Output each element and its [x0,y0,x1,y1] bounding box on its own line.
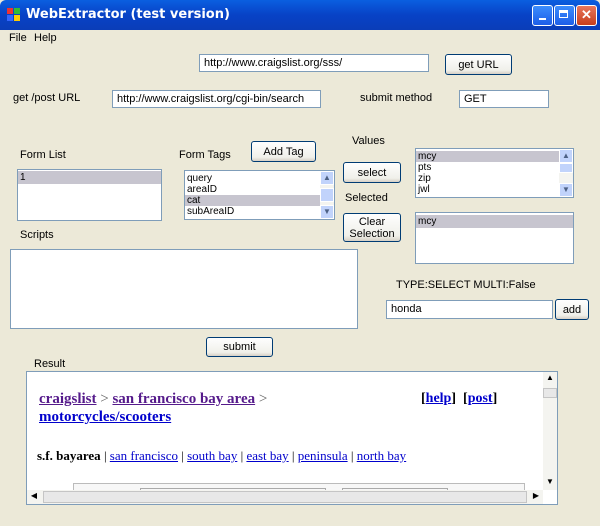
scroll-down-icon[interactable]: ▼ [320,205,334,219]
clear-selection-button[interactable]: Clear Selection [343,213,401,242]
maximize-icon [559,10,568,18]
scroll-thumb[interactable] [43,491,527,503]
result-category: motorcycles/scooters [39,409,171,426]
area-label: s.f. bayarea [37,448,101,463]
scroll-right-icon[interactable]: ▶ [529,490,543,504]
selected-list[interactable]: mcy [415,212,574,264]
scroll-up-icon[interactable]: ▲ [559,149,573,163]
value-item[interactable]: jwl [416,184,573,195]
menu-file[interactable]: File [9,32,27,44]
subarea-link[interactable]: peninsula [298,448,348,463]
post-link[interactable]: post [468,391,493,406]
form-tag-item[interactable]: subAreaID [185,206,334,217]
add-value-input[interactable]: honda [386,300,553,319]
result-label: Result [34,358,66,370]
selected-item[interactable]: mcy [416,215,573,228]
minimize-icon [539,18,546,20]
window-title: WebExtractor (test version) [26,7,230,22]
form-tag-item[interactable]: query [185,173,334,184]
add-tag-button[interactable]: Add Tag [251,141,316,162]
bay-area-link[interactable]: san francisco bay area [112,391,255,407]
result-browser[interactable]: craigslist > san francisco bay area > mo… [26,371,558,505]
get-url-button[interactable]: get URL [445,54,512,75]
menu-help[interactable]: Help [34,32,57,44]
clear-selection-line1: Clear [358,215,386,228]
app-window: WebExtractor (test version) ✕ File Help … [0,0,600,526]
post-url-input[interactable]: http://www.craigslist.org/cgi-bin/search [112,90,321,108]
value-item[interactable]: zip [416,173,573,184]
values-label: Values [352,135,385,147]
values-list[interactable]: mcy pts zip jwl ▲ ▼ [415,148,574,198]
submit-method-label: submit method [360,92,433,104]
form-tag-item[interactable]: areaID [185,184,334,195]
result-vertical-scrollbar[interactable]: ▲ ▼ [543,372,557,490]
form-tags-list[interactable]: query areaID cat subAreaID ▲ ▼ [184,170,335,220]
form-tags-label: Form Tags [179,149,231,161]
breadcrumb-separator: > [255,391,268,407]
scroll-down-icon[interactable]: ▼ [559,183,573,197]
form-list-item[interactable]: 1 [18,171,161,184]
form-list-label: Form List [20,149,66,161]
close-icon: ✕ [581,7,592,22]
craigslist-link[interactable]: craigslist [39,391,97,407]
result-horizontal-scrollbar[interactable]: ◀ ▶ [27,490,543,504]
submit-method-input[interactable]: GET [459,90,549,108]
submit-button[interactable]: submit [206,337,273,357]
scroll-thumb[interactable] [543,388,557,398]
help-link[interactable]: help [426,391,452,406]
scripts-label: Scripts [20,229,54,241]
subarea-link[interactable]: east bay [246,448,288,463]
value-item[interactable]: mcy [416,151,573,162]
minimize-button[interactable] [532,5,553,26]
select-button[interactable]: select [343,162,401,183]
result-help-post: [help] [post] [421,391,498,406]
menu-bar: File Help [0,30,600,46]
form-tag-item[interactable]: cat [185,195,334,206]
form-tags-scrollbar[interactable]: ▲ ▼ [320,171,334,219]
form-list[interactable]: 1 [17,169,162,221]
subarea-link[interactable]: south bay [187,448,237,463]
scroll-up-icon[interactable]: ▲ [320,171,334,185]
app-icon [7,8,20,21]
maximize-button[interactable] [554,5,575,26]
breadcrumb-separator: > [96,391,113,407]
scroll-up-icon[interactable]: ▲ [543,372,557,386]
scroll-thumb[interactable] [559,163,573,173]
title-bar[interactable]: WebExtractor (test version) ✕ [0,0,600,30]
motorcycles-link[interactable]: motorcycles/scooters [39,409,171,425]
get-post-url-label: get /post URL [13,92,81,104]
subarea-link[interactable]: san francisco [110,448,178,463]
close-button[interactable]: ✕ [576,5,597,26]
value-item[interactable]: pts [416,162,573,173]
url-input[interactable]: http://www.craigslist.org/sss/ [199,54,429,72]
subarea-row: s.f. bayarea | san francisco | south bay… [37,448,407,463]
result-breadcrumb: craigslist > san francisco bay area > [39,391,267,408]
type-info-label: TYPE:SELECT MULTI:False [396,279,536,291]
scroll-down-icon[interactable]: ▼ [543,476,557,490]
selected-label: Selected [345,192,388,204]
subarea-link[interactable]: north bay [357,448,406,463]
add-button[interactable]: add [555,299,589,320]
clear-selection-line2: Selection [349,227,395,240]
values-scrollbar[interactable]: ▲ ▼ [559,149,573,197]
scroll-left-icon[interactable]: ◀ [27,490,41,504]
scroll-thumb[interactable] [320,188,334,202]
scripts-textarea[interactable] [10,249,358,329]
